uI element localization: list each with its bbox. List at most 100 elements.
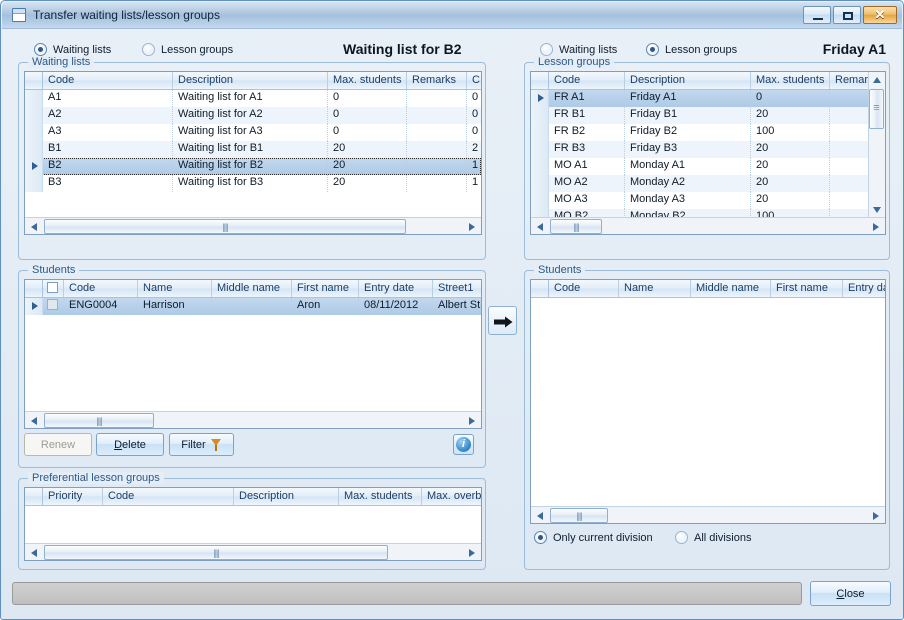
hscroll-track[interactable] — [548, 508, 868, 523]
table-row[interactable]: A3 Waiting list for A3 0 0 — [25, 124, 481, 141]
column-header-code[interactable]: Code — [43, 72, 173, 89]
table-row[interactable]: MO A3 Monday A3 20 — [531, 192, 868, 209]
maximize-button[interactable] — [833, 6, 861, 24]
waiting-lists-grid[interactable]: Code Description Max. students Remarks C… — [24, 71, 482, 235]
hscroll-thumb[interactable] — [44, 545, 388, 560]
radio-only-current-division[interactable]: Only current division — [534, 531, 653, 544]
lesson-groups-vscrollbar[interactable] — [868, 72, 885, 218]
hscroll-track[interactable] — [548, 219, 868, 234]
table-row[interactable]: A2 Waiting list for A2 0 0 — [25, 107, 481, 124]
window-icon — [12, 8, 26, 22]
table-row[interactable]: B3 Waiting list for B3 20 1 — [25, 175, 481, 192]
radio-all-divisions[interactable]: All divisions — [675, 531, 751, 544]
column-header-remarks[interactable]: Remarks — [407, 72, 467, 89]
close-button[interactable]: Close — [810, 581, 891, 606]
table-row-selected[interactable]: ENG0004 Harrison Aron 08/11/2012 Albert … — [25, 298, 481, 315]
column-header-middle-name[interactable]: Middle name — [691, 280, 771, 297]
column-header-code[interactable]: Code — [549, 280, 619, 297]
scroll-down-icon[interactable] — [869, 202, 885, 218]
scroll-left-icon[interactable] — [25, 412, 42, 429]
column-header-first-name[interactable]: First name — [771, 280, 843, 297]
left-students-hscrollbar[interactable] — [25, 411, 481, 428]
minimize-button[interactable] — [803, 6, 831, 24]
transfer-button[interactable] — [488, 306, 517, 335]
table-row[interactable]: A1 Waiting list for A1 0 0 — [25, 90, 481, 107]
right-students-grid[interactable]: Code Name Middle name First name Entry d… — [530, 279, 886, 524]
preferential-hscrollbar[interactable] — [25, 543, 481, 560]
scroll-left-icon[interactable] — [25, 544, 42, 561]
column-header-max-students[interactable]: Max. students — [328, 72, 407, 89]
left-radio-waiting-lists[interactable]: Waiting lists — [34, 43, 111, 56]
column-header-description[interactable]: Description — [234, 488, 339, 505]
delete-button[interactable]: Delete — [96, 433, 164, 456]
table-row-selected[interactable]: FR A1 Friday A1 0 — [531, 90, 868, 107]
scroll-up-icon[interactable] — [869, 72, 885, 88]
left-radio-lesson-groups-label: Lesson groups — [161, 44, 233, 56]
preferential-lesson-groups-groupbox: Preferential lesson groups Priority Code… — [18, 478, 486, 570]
right-students-hscrollbar[interactable] — [531, 506, 885, 523]
column-header-first-name[interactable]: First name — [292, 280, 359, 297]
column-header-street1[interactable]: Street1 — [433, 280, 482, 297]
left-radio-lesson-groups[interactable]: Lesson groups — [142, 43, 233, 56]
table-row[interactable]: FR B2 Friday B2 100 — [531, 124, 868, 141]
scroll-right-icon[interactable] — [868, 218, 885, 235]
right-radio-waiting-lists[interactable]: Waiting lists — [540, 43, 617, 56]
column-header-priority[interactable]: Priority — [43, 488, 103, 505]
column-header-code[interactable]: Code — [64, 280, 138, 297]
column-header-middle-name[interactable]: Middle name — [212, 280, 292, 297]
scroll-left-icon[interactable] — [531, 507, 548, 524]
right-radio-lesson-groups[interactable]: Lesson groups — [646, 43, 737, 56]
hscroll-thumb[interactable] — [44, 413, 154, 428]
waiting-lists-hscrollbar[interactable] — [25, 217, 481, 234]
column-header-name[interactable]: Name — [619, 280, 691, 297]
renew-button[interactable]: Renew — [24, 433, 92, 456]
hscroll-thumb[interactable] — [550, 219, 602, 234]
title-bar[interactable]: Transfer waiting lists/lesson groups ✕ — [2, 2, 902, 29]
row-checkbox[interactable] — [43, 298, 64, 315]
row-indicator-current — [531, 90, 549, 107]
column-header-max-overbook[interactable]: Max. overbook — [422, 488, 482, 505]
hscroll-track[interactable] — [42, 545, 464, 560]
waiting-lists-rows: A1 Waiting list for A1 0 0 A2 Waiting li… — [25, 90, 481, 218]
column-header-code[interactable]: Code — [549, 72, 625, 89]
scroll-right-icon[interactable] — [464, 544, 481, 561]
scroll-left-icon[interactable] — [531, 218, 548, 235]
lesson-groups-hscrollbar[interactable] — [531, 217, 885, 234]
scroll-left-icon[interactable] — [25, 218, 42, 235]
column-header-remarks[interactable]: Remar — [830, 72, 870, 89]
left-students-grid[interactable]: Code Name Middle name First name Entry d… — [24, 279, 482, 429]
scroll-right-icon[interactable] — [464, 412, 481, 429]
column-header-entry-date[interactable]: Entry date — [359, 280, 433, 297]
close-window-button[interactable]: ✕ — [863, 6, 897, 24]
hscroll-track[interactable] — [42, 219, 464, 234]
column-header-max-students[interactable]: Max. students — [339, 488, 422, 505]
table-row-selected[interactable]: B2 Waiting list for B2 20 1 — [25, 158, 481, 175]
preferential-grid[interactable]: Priority Code Description Max. students … — [24, 487, 482, 561]
column-header-entry-date[interactable]: Entry da — [843, 280, 886, 297]
column-header-extra[interactable]: C — [467, 72, 482, 89]
table-row[interactable]: MO A2 Monday A2 20 — [531, 175, 868, 192]
checkbox-icon[interactable] — [47, 299, 58, 310]
cell-remarks — [830, 141, 868, 158]
table-row[interactable]: MO A1 Monday A1 20 — [531, 158, 868, 175]
vscroll-thumb[interactable] — [869, 89, 884, 129]
info-button[interactable]: i — [453, 434, 474, 455]
hscroll-thumb[interactable] — [550, 508, 608, 523]
column-header-description[interactable]: Description — [625, 72, 751, 89]
column-header-max-students[interactable]: Max. students — [751, 72, 830, 89]
hscroll-thumb[interactable] — [44, 219, 406, 234]
table-row[interactable]: FR B3 Friday B3 20 — [531, 141, 868, 158]
column-header-description[interactable]: Description — [173, 72, 328, 89]
radio-all-divisions-label: All divisions — [694, 532, 751, 544]
column-header-name[interactable]: Name — [138, 280, 212, 297]
table-row[interactable]: B1 Waiting list for B1 20 2 — [25, 141, 481, 158]
column-header-code[interactable]: Code — [103, 488, 234, 505]
scroll-right-icon[interactable] — [868, 507, 885, 524]
scroll-right-icon[interactable] — [464, 218, 481, 235]
checkbox-icon[interactable] — [47, 282, 58, 293]
hscroll-track[interactable] — [42, 413, 464, 428]
table-row[interactable]: FR B1 Friday B1 20 — [531, 107, 868, 124]
lesson-groups-grid[interactable]: Code Description Max. students Remar FR … — [530, 71, 886, 235]
select-all-header[interactable] — [43, 280, 64, 297]
filter-button[interactable]: Filter — [169, 433, 234, 456]
